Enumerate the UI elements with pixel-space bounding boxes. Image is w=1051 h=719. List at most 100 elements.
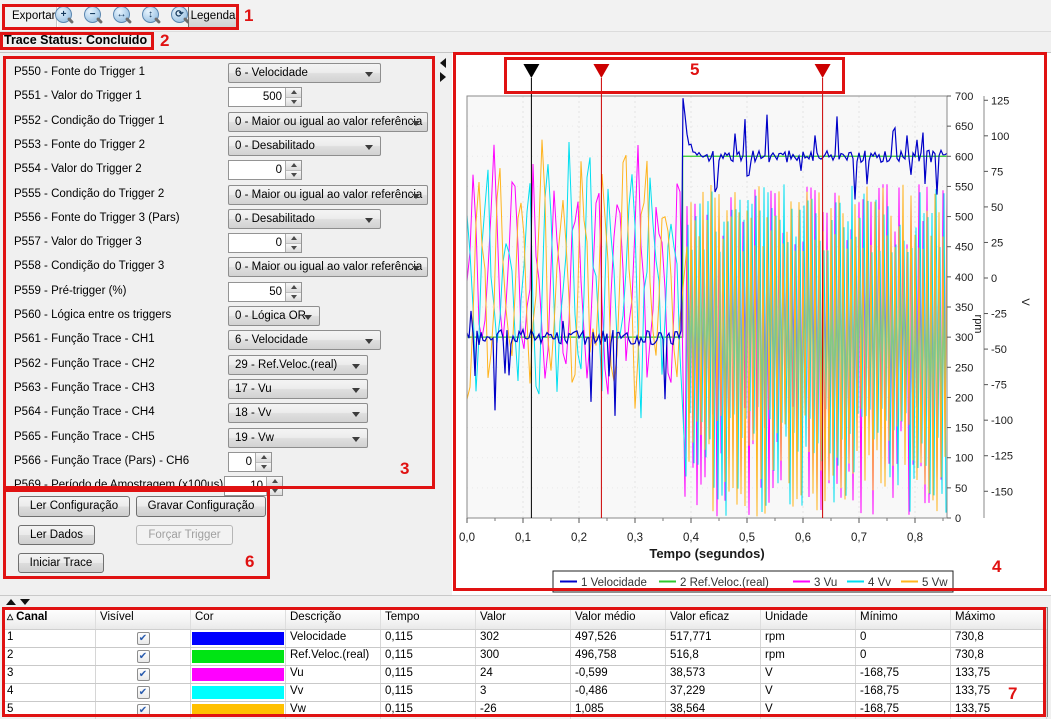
visible-checkbox[interactable]: ✔ (137, 686, 150, 699)
cell-valor_eficaz: 37,229 (666, 684, 761, 701)
column-header-tempo[interactable]: Tempo (381, 608, 476, 629)
spin-up-icon[interactable] (286, 161, 301, 171)
visible-checkbox[interactable]: ✔ (137, 704, 150, 717)
table-row-channel-5[interactable]: 5✔Vw0,115-261,08538,564V-168,75133,75 (3, 702, 1047, 719)
spin-down-icon[interactable] (256, 463, 271, 472)
param-P560-dropdown[interactable]: 0 - Lógica OR (228, 306, 320, 326)
param-label-P554: P554 - Valor do Trigger 2 (14, 163, 142, 175)
magnifier-handle (125, 17, 132, 24)
visible-checkbox[interactable]: ✔ (137, 650, 150, 663)
param-P564-dropdown[interactable]: 18 - Vv (228, 403, 368, 423)
column-header-maximo[interactable]: Máximo (951, 608, 1047, 629)
collapse-right-icon[interactable] (440, 72, 446, 82)
write-config-button[interactable]: Gravar Configuração (136, 496, 266, 517)
param-P561-dropdown[interactable]: 6 - Velocidade (228, 330, 381, 350)
zoom-vertical-button[interactable]: ↕ (139, 5, 165, 27)
param-label-P551: P551 - Valor do Trigger 1 (14, 90, 142, 102)
spin-up-icon[interactable] (286, 88, 301, 98)
expand-up-icon[interactable] (6, 599, 16, 605)
table-row-channel-4[interactable]: 4✔Vv0,1153-0,48637,229V-168,75133,75 (3, 684, 1047, 702)
cell-maximo: 730,8 (951, 630, 1047, 647)
rpm-tick-label: 150 (955, 423, 973, 435)
panel-splitter[interactable] (436, 52, 452, 596)
param-P558-dropdown[interactable]: 0 - Maior ou igual ao valor referência (228, 257, 428, 277)
force-trigger-button[interactable]: Forçar Trigger (136, 525, 233, 545)
column-header-descricao[interactable]: Descrição (286, 608, 381, 629)
expand-down-icon[interactable] (20, 599, 30, 605)
param-P562-dropdown[interactable]: 29 - Ref.Veloc.(real) (228, 355, 368, 375)
collapse-left-icon[interactable] (440, 58, 446, 68)
zoom-in-button[interactable]: + (52, 5, 78, 27)
chevron-down-icon (365, 218, 373, 223)
spin-down-icon[interactable] (267, 487, 282, 496)
column-header-valor[interactable]: Valor (476, 608, 571, 629)
param-P569-spinner[interactable]: 10 (224, 476, 283, 496)
spin-up-icon[interactable] (286, 234, 301, 244)
x-tick-label: 0,2 (571, 532, 587, 544)
read-config-button[interactable]: Ler Configuração (18, 496, 130, 517)
trigger-marker-icon (593, 64, 609, 78)
param-P563-dropdown[interactable]: 17 - Vu (228, 379, 368, 399)
visible-checkbox[interactable]: ✔ (137, 632, 150, 645)
rpm-tick-label: 300 (955, 332, 973, 344)
param-row-P566: P566 - Função Trace (Pars) - CH60 (14, 451, 432, 475)
rpm-tick-label: 50 (955, 483, 967, 495)
param-P553-dropdown[interactable]: 0 - Desabilitado (228, 136, 381, 156)
param-P555-dropdown[interactable]: 0 - Maior ou igual ao valor referência (228, 185, 428, 205)
cell-minimo: -168,75 (856, 684, 951, 701)
param-row-P559: P559 - Pré-trigger (%) 50 (14, 281, 432, 305)
column-header-unidade[interactable]: Unidade (761, 608, 856, 629)
spin-up-icon[interactable] (286, 283, 301, 293)
zoom-out-button[interactable]: − (81, 5, 107, 27)
magnifier-handle (96, 17, 103, 24)
cell-descricao: Vv (286, 684, 381, 701)
param-P559-spinner[interactable]: 50 (228, 282, 302, 302)
table-row-channel-3[interactable]: 3✔Vu0,11524-0,59938,573V-168,75133,75 (3, 666, 1047, 684)
spin-down-icon[interactable] (286, 171, 301, 180)
column-header-minimo[interactable]: Mínimo (856, 608, 951, 629)
rpm-tick-label: 600 (955, 151, 973, 163)
table-row-channel-2[interactable]: 2✔Ref.Veloc.(real)0,115300496,758516,8rp… (3, 648, 1047, 666)
param-label-P569: P569 - Período de Amostragem (x100µs) (14, 479, 223, 491)
rpm-tick-label: 550 (955, 181, 973, 193)
cell-valor_eficaz: 517,771 (666, 630, 761, 647)
param-P566-spinner[interactable]: 0 (228, 452, 272, 472)
spin-up-icon[interactable] (267, 477, 282, 487)
rpm-tick-label: 100 (955, 453, 973, 465)
param-P550-dropdown[interactable]: 6 - Velocidade (228, 63, 381, 83)
start-trace-button[interactable]: Iniciar Trace (18, 553, 104, 573)
table-row-channel-1[interactable]: 1✔Velocidade0,115302497,526517,771rpm073… (3, 630, 1047, 648)
param-P565-dropdown[interactable]: 19 - Vw (228, 428, 368, 448)
param-P552-dropdown[interactable]: 0 - Maior ou igual ao valor referência (228, 112, 428, 132)
read-data-button[interactable]: Ler Dados (18, 525, 95, 545)
chevron-down-icon (412, 194, 420, 199)
column-header-visivel[interactable]: Visível (96, 608, 191, 629)
cell-canal: 4 (3, 684, 96, 701)
channel-table: △CanalVisívelCorDescriçãoTempoValorValor… (2, 607, 1048, 717)
column-header-valor_medio[interactable]: Valor médio (571, 608, 666, 629)
cell-canal: 1 (3, 630, 96, 647)
param-label-P560: P560 - Lógica entre os triggers (14, 309, 171, 321)
param-P554-spinner[interactable]: 0 (228, 160, 302, 180)
param-P551-spinner[interactable]: 500 (228, 87, 302, 107)
volt-axis: 1251007550250-25-50-75-100-125-150V (984, 95, 1031, 518)
column-header-valor_eficaz[interactable]: Valor eficaz (666, 608, 761, 629)
visible-checkbox[interactable]: ✔ (137, 668, 150, 681)
spin-up-icon[interactable] (256, 453, 271, 463)
volt-tick-label: -25 (991, 309, 1007, 321)
param-label-P559: P559 - Pré-trigger (%) (14, 285, 126, 297)
legend-toggle-button[interactable]: Legenda (188, 4, 238, 30)
column-header-canal[interactable]: △Canal (3, 608, 96, 629)
spin-down-icon[interactable] (286, 293, 301, 302)
param-P557-spinner[interactable]: 0 (228, 233, 302, 253)
cell-visible: ✔ (96, 648, 191, 665)
cell-maximo: 133,75 (951, 666, 1047, 683)
spin-down-icon[interactable] (286, 244, 301, 253)
column-header-cor[interactable]: Cor (191, 608, 286, 629)
spinner-buttons (285, 88, 301, 106)
spin-down-icon[interactable] (286, 98, 301, 107)
cell-canal: 5 (3, 702, 96, 719)
param-P556-dropdown[interactable]: 0 - Desabilitado (228, 209, 381, 229)
cell-unidade: V (761, 702, 856, 719)
zoom-horizontal-button[interactable]: ↔ (110, 5, 136, 27)
